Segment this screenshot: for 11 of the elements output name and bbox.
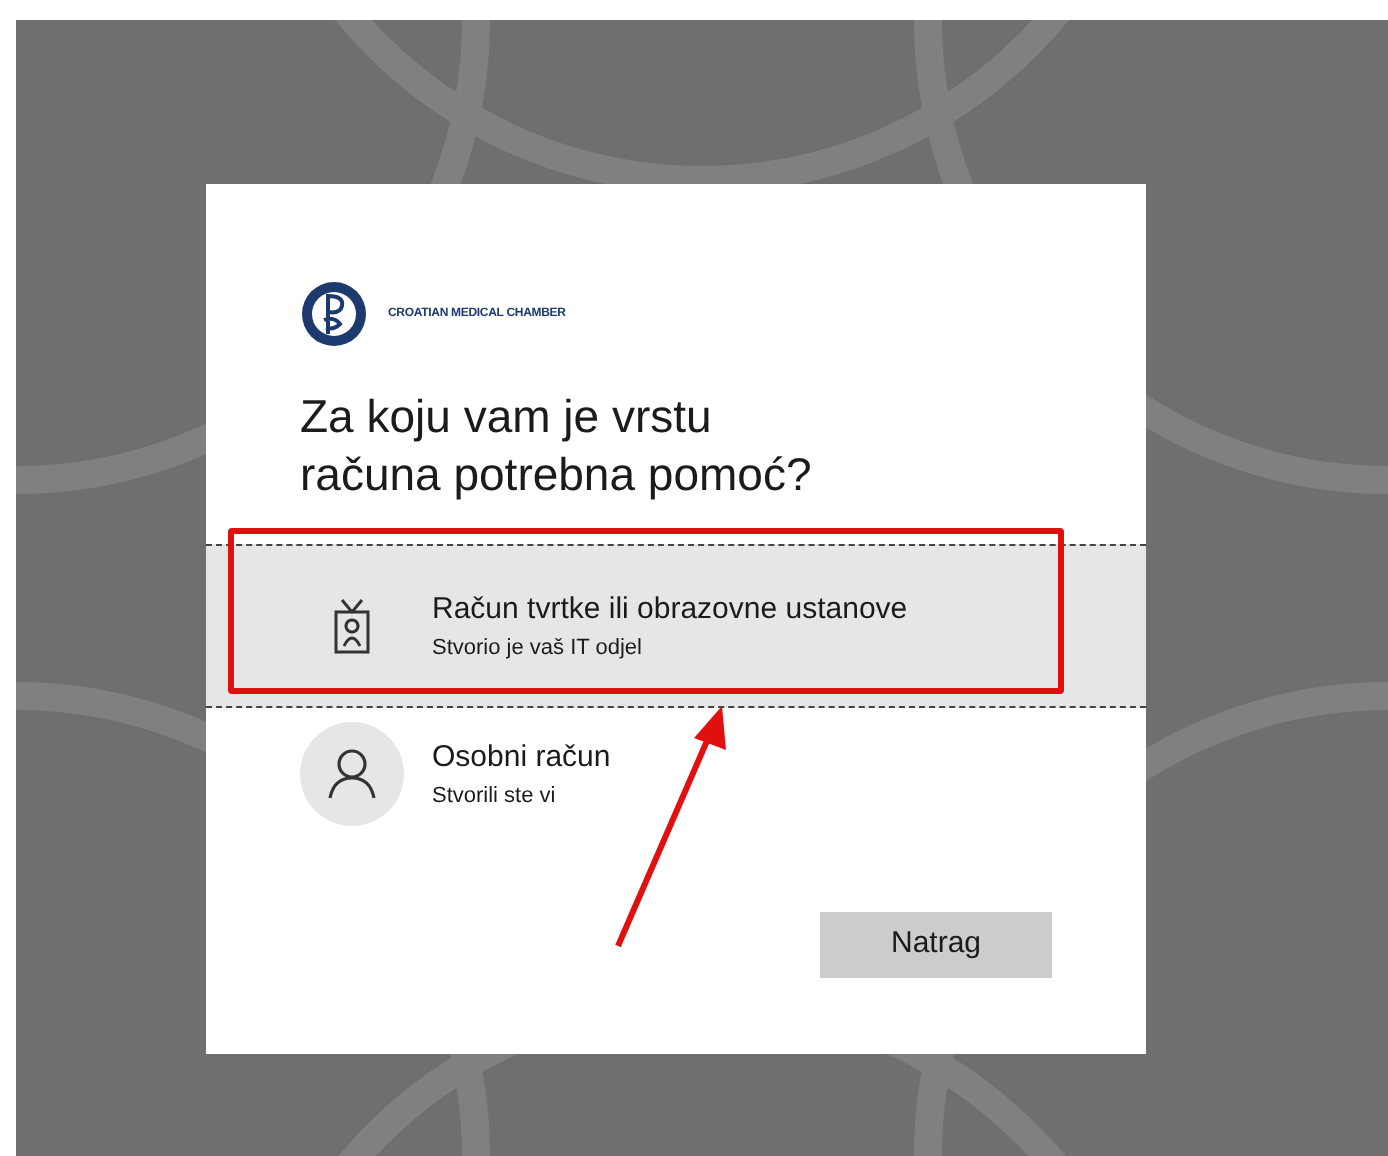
option-title: Račun tvrtke ili obrazovne ustanove	[432, 589, 908, 629]
option-title: Osobni račun	[432, 737, 611, 777]
id-badge-icon	[332, 598, 372, 654]
logo-icon	[300, 280, 368, 348]
heading: Za koju vam je vrstu računa potrebna pomoć?	[298, 388, 814, 504]
option-subtitle: Stvorili ste vi	[432, 782, 558, 812]
person-icon	[328, 748, 376, 800]
account-option[interactable]: Račun tvrtke ili obrazovne ustanove Stvorio je vaš IT odjel	[206, 544, 1146, 708]
account-option[interactable]: Osobni račun Stvorili ste vi	[206, 708, 1146, 840]
back-button[interactable]: Natrag	[820, 912, 1052, 978]
option-subtitle: Stvorio je vaš IT odjel	[432, 634, 644, 664]
